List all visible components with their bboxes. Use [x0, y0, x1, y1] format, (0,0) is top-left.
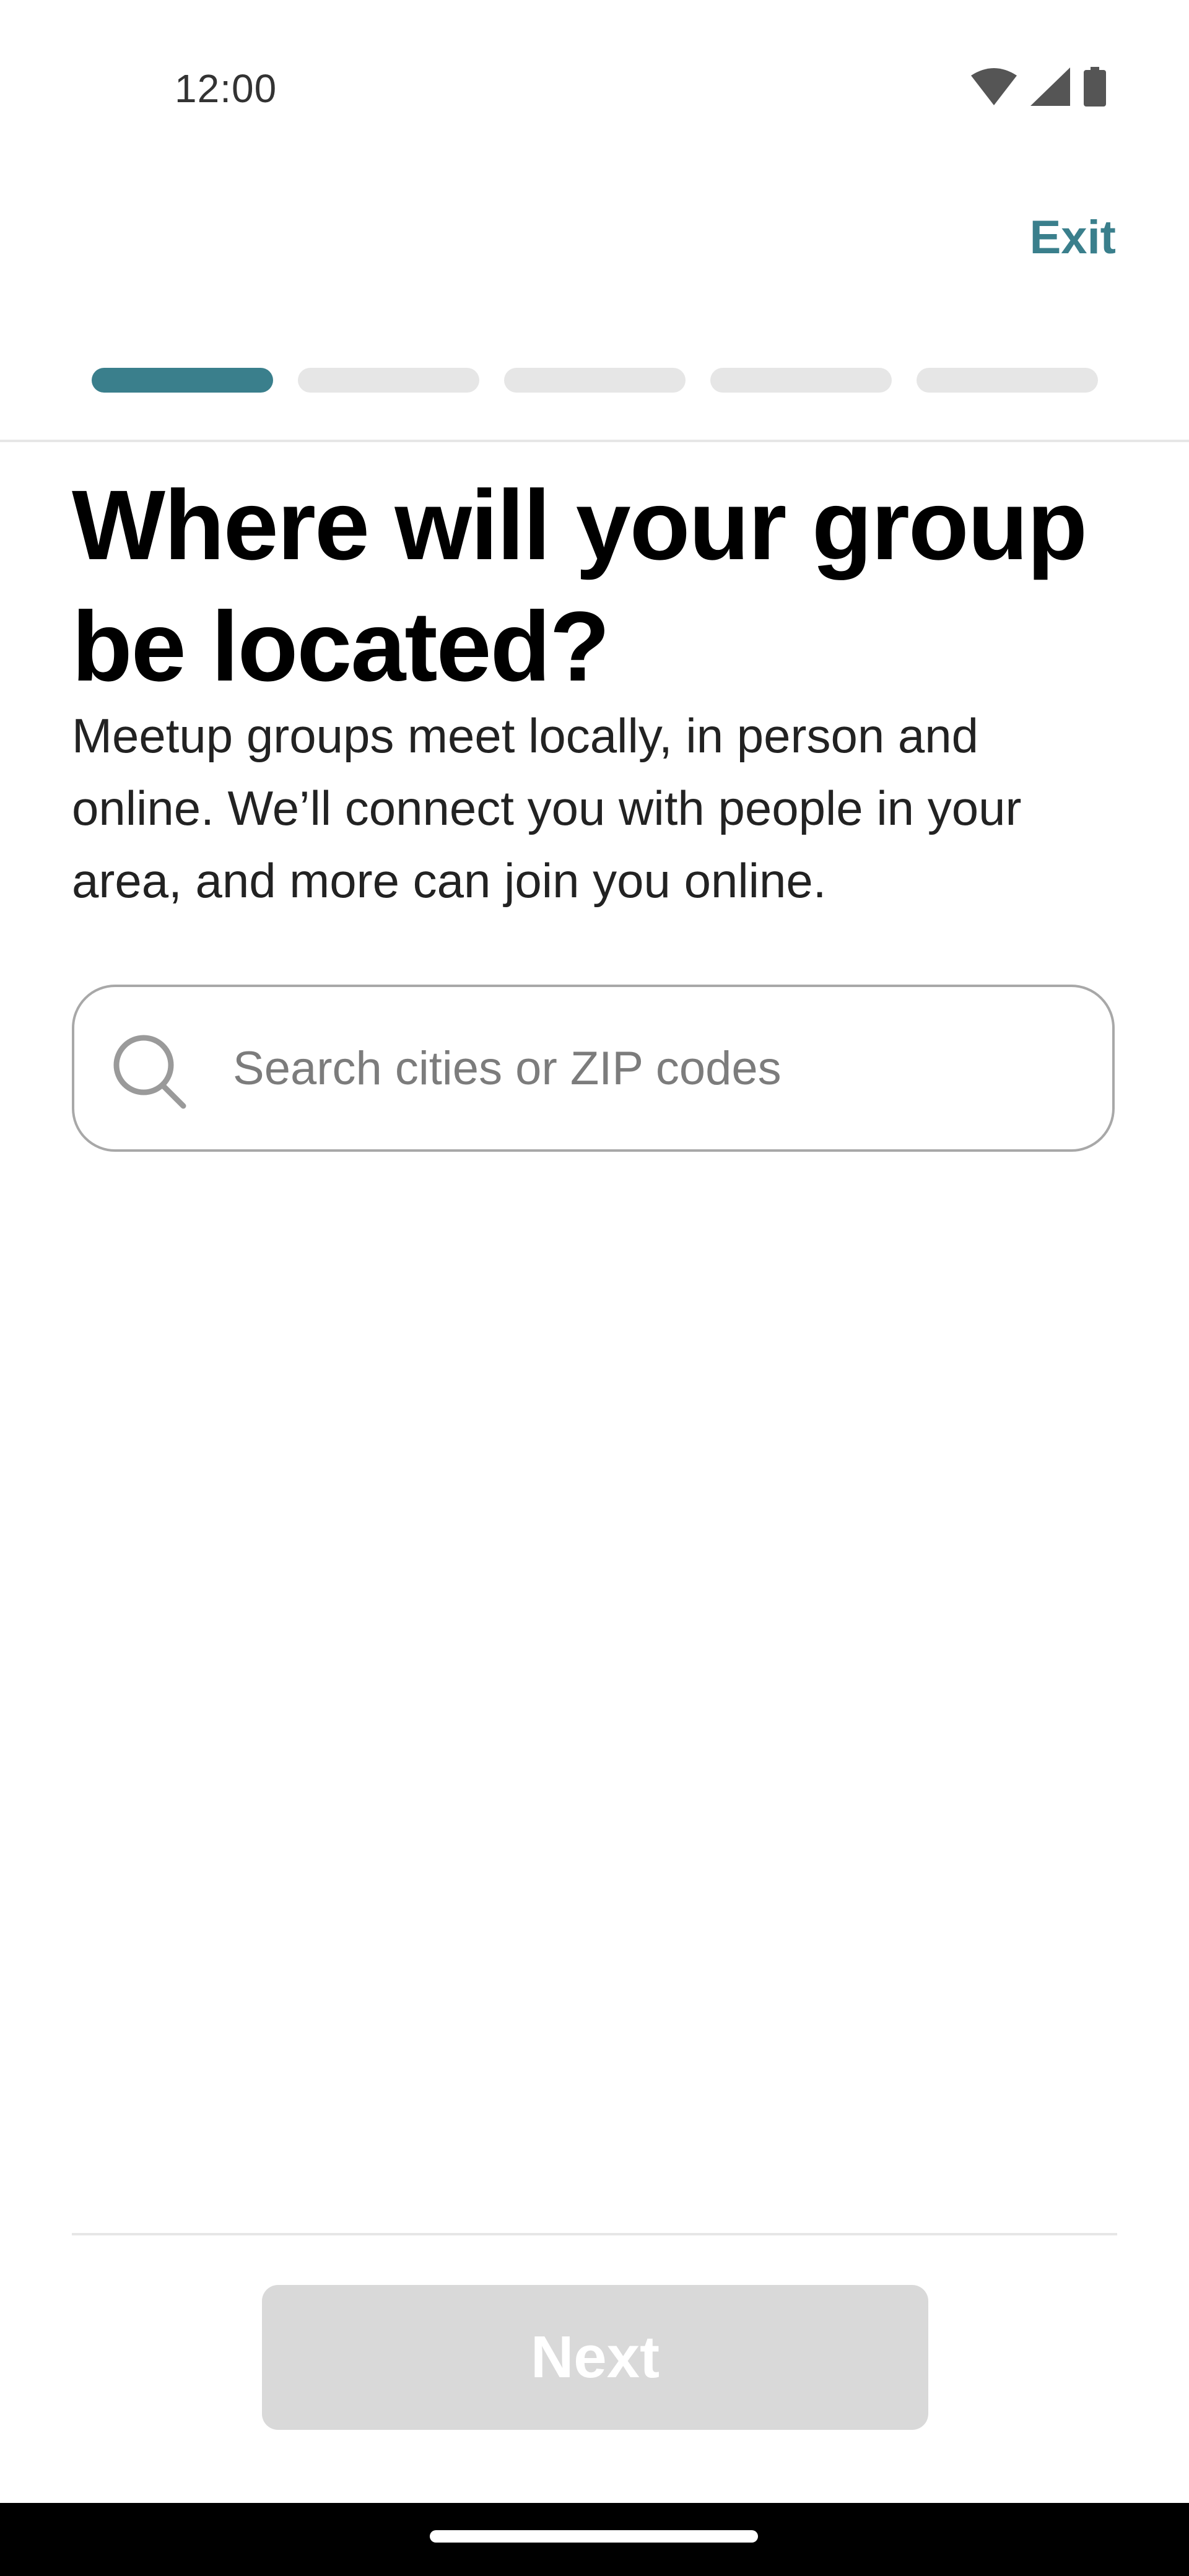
page-title: Where will your group be located?	[72, 469, 1087, 702]
status-time: 12:00	[175, 66, 277, 111]
header-divider	[0, 440, 1189, 442]
status-icons	[971, 67, 1106, 110]
home-handle[interactable]	[430, 2530, 758, 2543]
progress-step-5	[917, 368, 1098, 393]
signal-icon	[1030, 67, 1070, 109]
progress-step-1	[92, 368, 273, 393]
location-search-box[interactable]	[72, 985, 1115, 1152]
progress-step-3	[504, 368, 686, 393]
exit-button[interactable]: Exit	[1030, 211, 1116, 264]
progress-step-4	[710, 368, 892, 393]
battery-icon	[1084, 67, 1106, 110]
next-button[interactable]: Next	[262, 2285, 928, 2430]
progress-step-2	[298, 368, 479, 393]
location-search-input[interactable]	[232, 1024, 1089, 1112]
wifi-icon	[971, 68, 1017, 108]
status-bar: 12:00	[0, 0, 1189, 180]
search-icon	[111, 1033, 188, 1110]
footer-divider	[72, 2233, 1117, 2235]
progress-indicator	[92, 368, 1098, 393]
page-description: Meetup groups meet locally, in person an…	[72, 708, 1022, 908]
